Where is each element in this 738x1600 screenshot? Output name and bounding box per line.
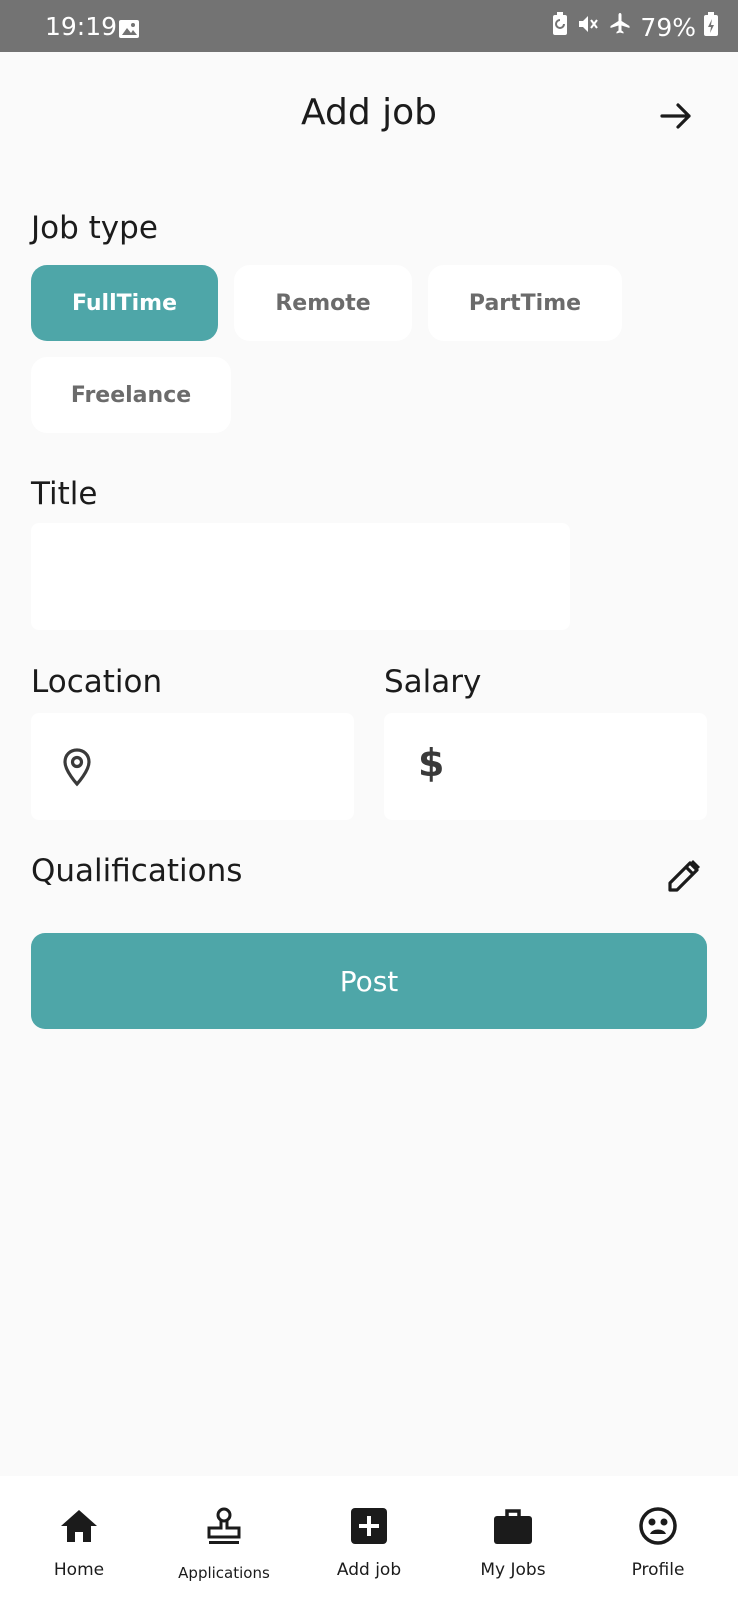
status-time: 19:19 (45, 12, 118, 41)
home-icon (59, 1506, 99, 1546)
location-label: Location (31, 664, 163, 700)
title-label: Title (31, 476, 98, 512)
nav-label-applications: Applications (178, 1564, 270, 1582)
nav-item-applications[interactable]: Applications (154, 1476, 294, 1600)
nav-item-add-job[interactable]: Add job (299, 1476, 439, 1600)
nav-label-add-job: Add job (336, 1560, 402, 1580)
nav-item-profile[interactable]: Profile (588, 1476, 728, 1600)
nav-item-my-jobs[interactable]: My Jobs (443, 1476, 583, 1600)
title-input[interactable] (31, 523, 570, 630)
job-type-chip-remote[interactable]: Remote (234, 265, 412, 341)
post-button[interactable]: Post (31, 933, 707, 1029)
stamp-icon (204, 1506, 244, 1546)
job-type-chip-freelance[interactable]: Freelance (31, 357, 231, 433)
job-type-chip-parttime[interactable]: PartTime (428, 265, 622, 341)
status-bar: 19:19 79% (0, 0, 738, 52)
location-pin-icon (61, 747, 93, 791)
salary-input[interactable]: $ (384, 713, 707, 820)
dollar-icon: $ (418, 741, 445, 785)
battery-percent: 79% (640, 12, 696, 42)
location-input[interactable] (31, 713, 354, 820)
job-type-chip-fulltime[interactable]: FullTime (31, 265, 218, 341)
job-type-label: Job type (31, 210, 158, 246)
nav-label-my-jobs: My Jobs (480, 1560, 546, 1580)
briefcase-icon (493, 1506, 533, 1546)
add-box-icon (349, 1506, 389, 1546)
airplane-mode-icon (608, 12, 632, 42)
bottom-navigation: Home Applications Add job My Jobs Profil… (0, 1476, 738, 1600)
image-notification-icon (118, 16, 140, 45)
mute-icon (576, 12, 600, 42)
nav-label-home: Home (53, 1560, 105, 1580)
qualifications-label: Qualifications (31, 853, 243, 889)
nav-label-profile: Profile (631, 1560, 685, 1580)
arrow-forward-icon[interactable] (656, 96, 696, 136)
profile-face-icon (638, 1506, 678, 1546)
battery-saver-icon (552, 12, 568, 42)
nav-item-home[interactable]: Home (9, 1476, 149, 1600)
battery-icon (704, 12, 718, 42)
pencil-icon[interactable] (664, 856, 704, 896)
page-title: Add job (300, 92, 438, 133)
salary-label: Salary (384, 664, 482, 700)
